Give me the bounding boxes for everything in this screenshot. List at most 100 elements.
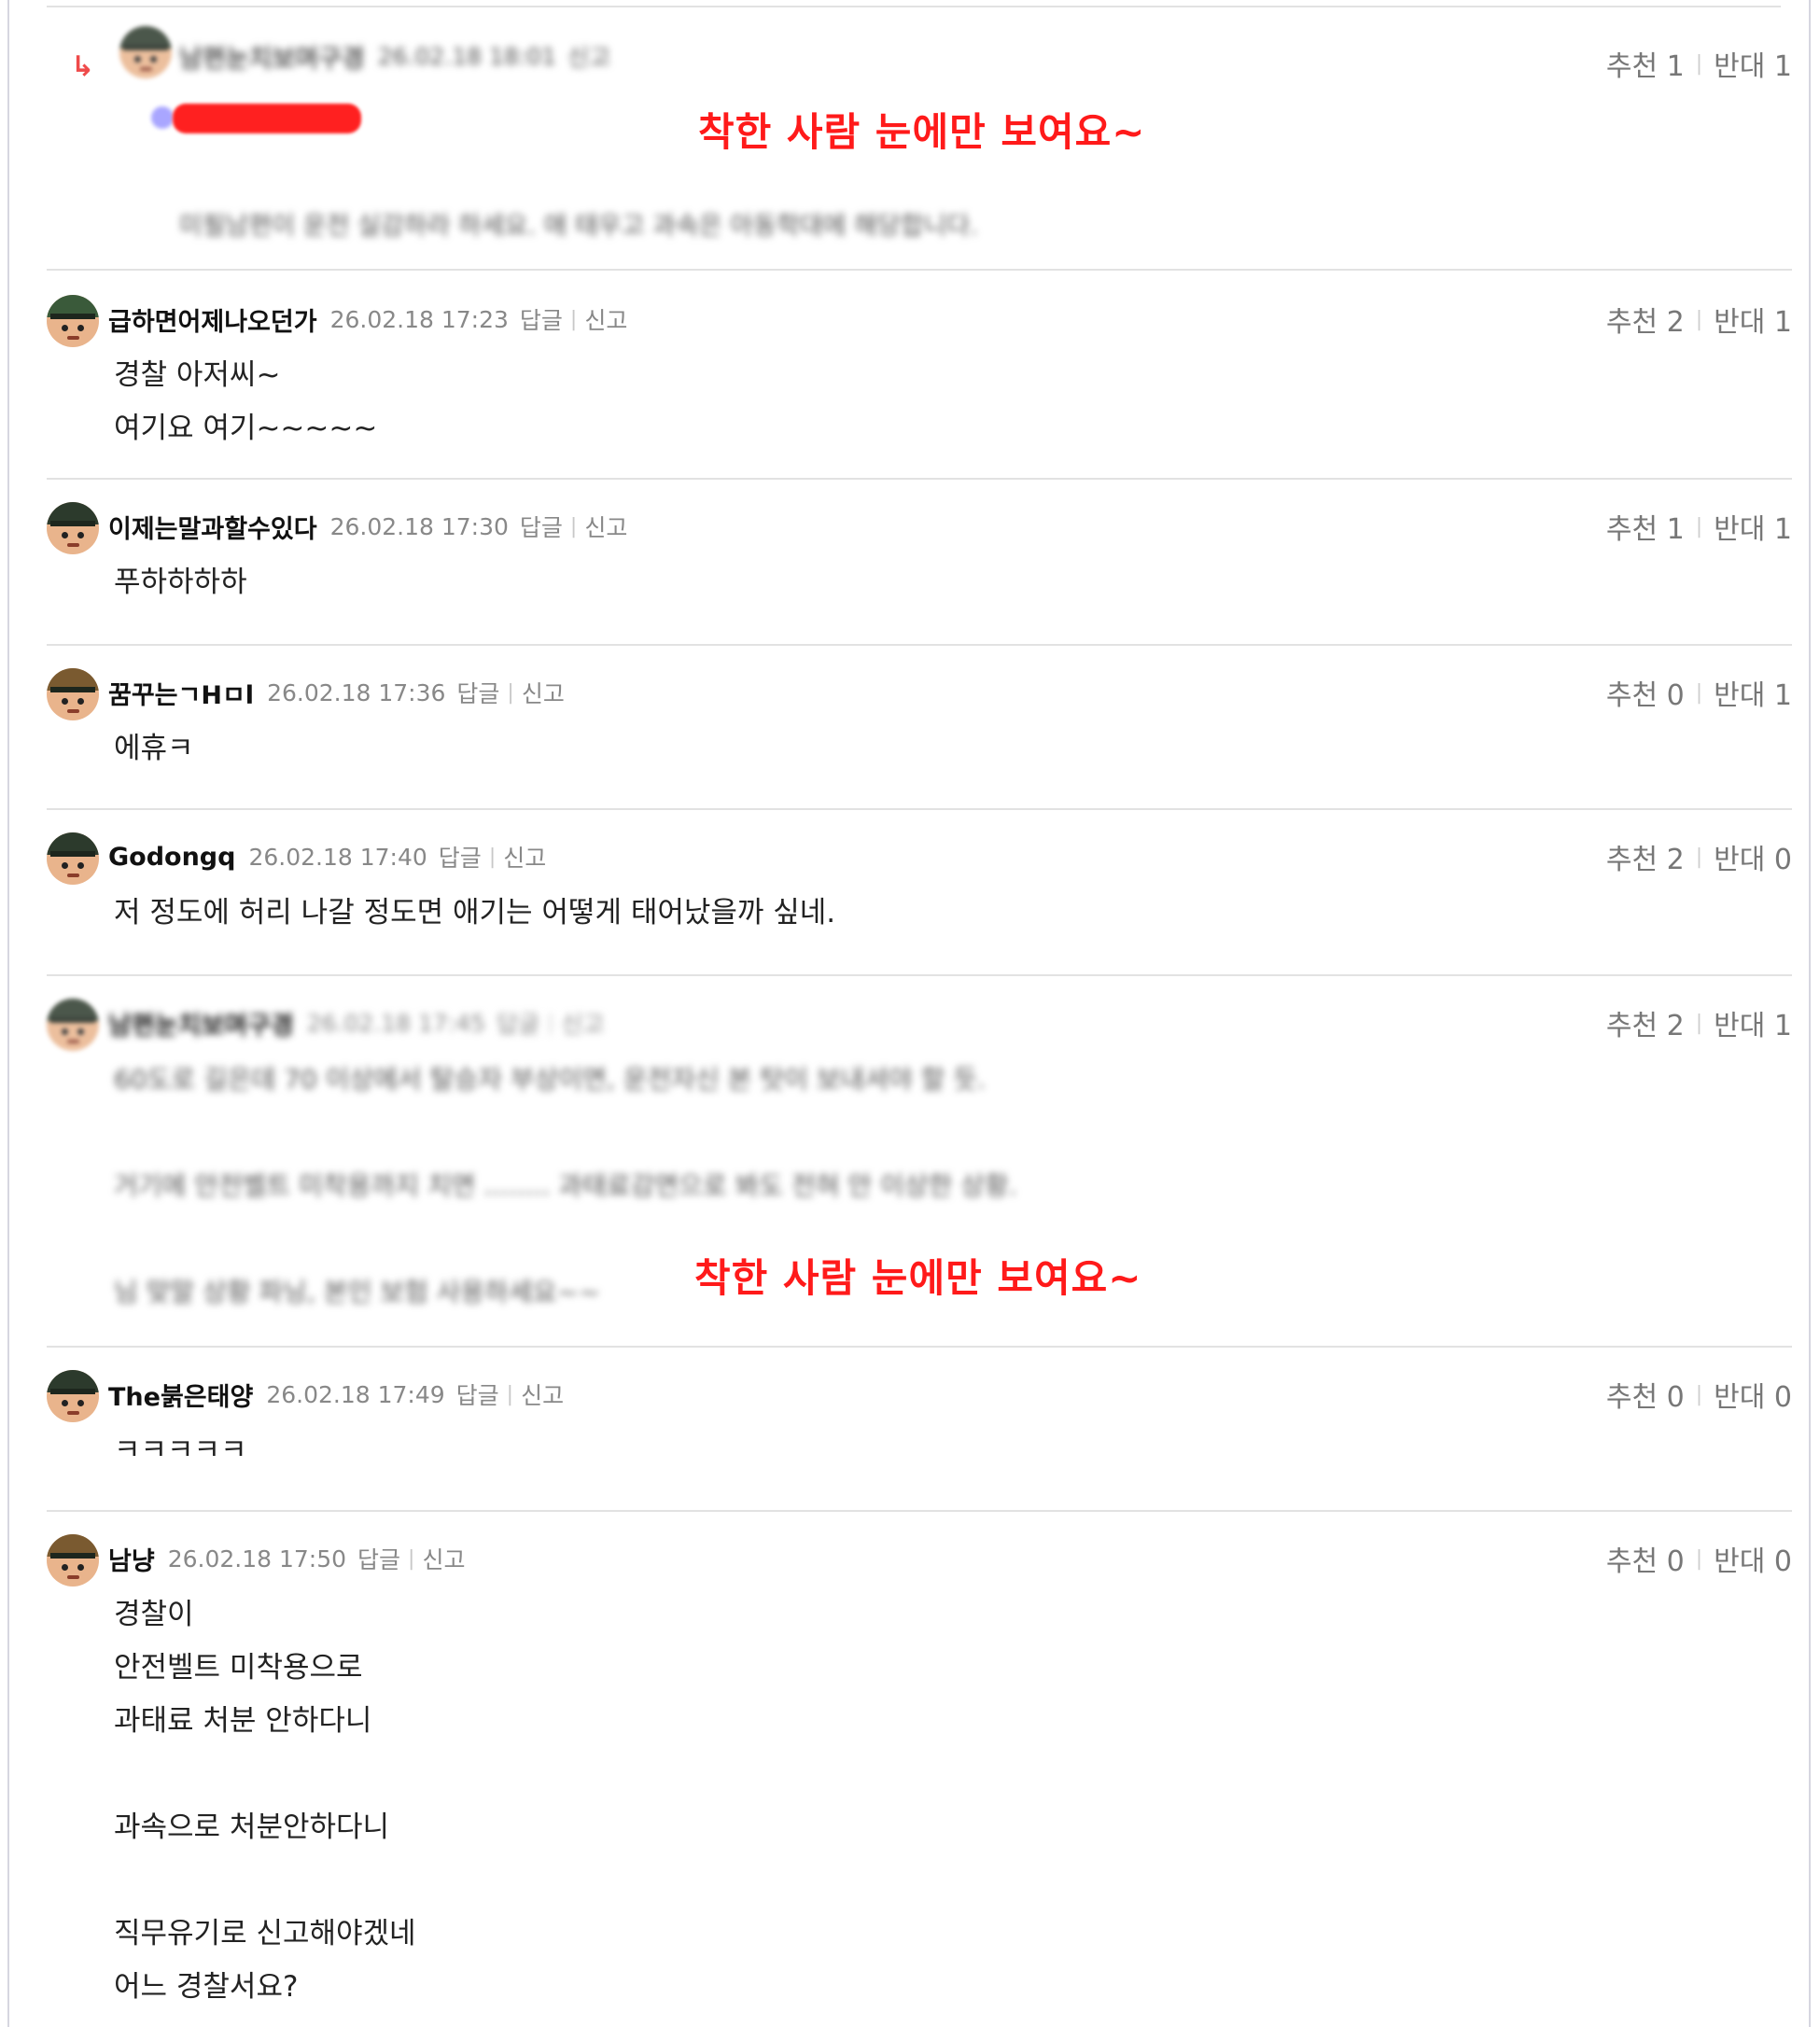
comment-panel: ↳ 남편눈치보며구경 26.02.18 18:01 신고 미필남편이 운전 실감… [7, 0, 1811, 2027]
report-link[interactable]: 신고 [503, 840, 546, 874]
avatar [119, 26, 172, 78]
downvote-button[interactable]: 반대 1 [1714, 299, 1792, 340]
upvote-button[interactable]: 추천 1 [1606, 506, 1685, 547]
nickname[interactable]: 급하면어제나오던가 [108, 301, 317, 338]
downvote-button[interactable]: 반대 0 [1714, 836, 1792, 877]
reply-arrow-icon: ↳ [71, 50, 95, 83]
report-link[interactable]: 신고 [562, 1006, 605, 1040]
nickname[interactable]: 이제는말과할수있다 [108, 509, 317, 545]
report-link[interactable]: 신고 [522, 676, 565, 709]
comment-line: 안전벨트 미착용으로 [114, 1651, 363, 1685]
reply-link[interactable]: 답글 [456, 676, 499, 709]
nickname[interactable]: Godongq [108, 843, 235, 872]
vote-box: 추천 1 | 반대 1 [1606, 506, 1792, 547]
upvote-button[interactable]: 추천 2 [1606, 299, 1685, 340]
comment-header: 꿈꾸는ㄱHㅁl 26.02.18 17:36 답글 | 신고 [108, 674, 565, 711]
reply-link[interactable]: 답글 [439, 840, 482, 874]
reply-link[interactable]: 답글 [520, 302, 563, 336]
report-link[interactable]: 신고 [584, 510, 627, 543]
comment-item: 꿈꾸는ㄱHㅁl 26.02.18 17:36 답글 | 신고 에휴ㅋ 추천 0 … [47, 646, 1792, 810]
comment-item: 이제는말과할수있다 26.02.18 17:30 답글 | 신고 푸하하하하 추… [47, 480, 1792, 646]
nickname[interactable]: The붉은태양 [108, 1377, 253, 1413]
reply-link[interactable]: 답글 [520, 510, 563, 543]
comment-line: 경찰 아저씨~ [114, 358, 281, 392]
nickname[interactable]: 꿈꾸는ㄱHㅁl [108, 675, 254, 711]
comment-item: 남냥 26.02.18 17:50 답글 | 신고 경찰이 안전벨트 미착용으로… [47, 1512, 1792, 2027]
comment-line: 미필남편이 운전 실감하라 하세요. 애 태우고 과속은 아동학대에 해당합니다… [179, 212, 978, 241]
comment-line [114, 1106, 1017, 1159]
comment-header: 이제는말과할수있다 26.02.18 17:30 답글 | 신고 [108, 508, 627, 545]
vote-box: 추천 1 | 반대 1 [1606, 43, 1792, 84]
nickname[interactable]: 남편눈치보며구경 [108, 1005, 294, 1041]
comment-body: ㅋㅋㅋㅋㅋ [114, 1424, 247, 1477]
comment-body: 경찰 아저씨~ 여기요 여기~~~~~ [114, 349, 377, 455]
downvote-button[interactable]: 반대 0 [1714, 1374, 1792, 1415]
avatar [47, 1370, 99, 1422]
upvote-button[interactable]: 추천 2 [1606, 836, 1685, 877]
overlay-caption: 착한 사람 눈에만 보여요~ [694, 1255, 1142, 1301]
badge-icon [151, 106, 174, 129]
comment-date: 26.02.18 17:23 [329, 305, 509, 333]
upvote-button[interactable]: 추천 1 [1606, 43, 1685, 84]
comment-line: 직무유기로 신고해야겠네 [114, 1917, 416, 1950]
upvote-button[interactable]: 추천 0 [1606, 1538, 1685, 1579]
comment-date: 26.02.18 18:01 [377, 42, 557, 70]
comment-date: 26.02.18 17:49 [266, 1380, 445, 1408]
comment-body: 에휴ㅋ [114, 722, 194, 776]
comment-header: 급하면어제나오던가 26.02.18 17:23 답글 | 신고 [108, 301, 627, 338]
comment-body: 푸하하하하 [114, 556, 247, 609]
downvote-button[interactable]: 반대 1 [1714, 672, 1792, 713]
reply-link[interactable]: 답글 [456, 1377, 499, 1411]
reply-link[interactable]: 답글 [357, 1542, 400, 1575]
comment-body: 경찰이 안전벨트 미착용으로 과태료 처분 안하다니 과속으로 처분안하다니 직… [114, 1588, 416, 2014]
vote-box: 추천 2 | 반대 1 [1606, 299, 1792, 340]
comment-line: 거기에 안전벨트 미착용까지 치면 ........ 과태료감면으로 봐도 전혀… [114, 1170, 1017, 1201]
comment-line: 에휴ㅋ [114, 732, 194, 765]
overlay-caption: 착한 사람 눈에만 보여요~ [698, 109, 1146, 155]
report-link[interactable]: 신고 [422, 1542, 465, 1575]
upvote-button[interactable]: 추천 0 [1606, 672, 1685, 713]
nickname[interactable]: 남편눈치보며구경 [179, 38, 365, 75]
comment-date: 26.02.18 17:36 [267, 678, 446, 706]
avatar [47, 1534, 99, 1587]
report-link[interactable]: 신고 [521, 1377, 564, 1411]
comment-line: 과태료 처분 안하다니 [114, 1704, 372, 1738]
upvote-button[interactable]: 추천 0 [1606, 1374, 1685, 1415]
vote-box: 추천 0 | 반대 1 [1606, 672, 1792, 713]
comment-date: 26.02.18 17:30 [329, 512, 509, 540]
downvote-button[interactable]: 반대 1 [1714, 1002, 1792, 1043]
comment-line: 과속으로 처분안하다니 [114, 1810, 390, 1844]
comment-line: 어느 경찰서요? [114, 1970, 299, 2004]
comment-body: 저 정도에 허리 나갈 정도면 애기는 어떻게 태어났을까 싶네. [114, 887, 835, 940]
comment-line: 푸하하하하 [114, 566, 247, 599]
comment-line [114, 1748, 416, 1801]
comment-line [114, 1854, 416, 1908]
vote-box: 추천 2 | 반대 0 [1606, 836, 1792, 877]
avatar [47, 502, 99, 554]
comment-header: 남냥 26.02.18 17:50 답글 | 신고 [108, 1540, 465, 1577]
downvote-button[interactable]: 반대 1 [1714, 43, 1792, 84]
downvote-button[interactable]: 반대 1 [1714, 506, 1792, 547]
comment-date: 26.02.18 17:50 [167, 1545, 347, 1573]
vote-box: 추천 0 | 반대 0 [1606, 1374, 1792, 1415]
comment-item: Godongq 26.02.18 17:40 답글 | 신고 저 정도에 허리 … [47, 810, 1792, 976]
nickname[interactable]: 남냥 [108, 1541, 155, 1577]
avatar [47, 668, 99, 720]
downvote-button[interactable]: 반대 0 [1714, 1538, 1792, 1579]
reply-link[interactable]: 답글 [497, 1006, 539, 1040]
comment-header: 남편눈치보며구경 26.02.18 17:45 답글 | 신고 [108, 1004, 605, 1041]
comment-date: 26.02.18 17:40 [248, 843, 427, 871]
vote-box: 추천 2 | 반대 1 [1606, 1002, 1792, 1043]
comment-line: 여기요 여기~~~~~ [114, 412, 378, 445]
report-link[interactable]: 신고 [567, 39, 610, 73]
avatar [47, 295, 99, 347]
avatar [47, 832, 99, 885]
comment-header: Godongq 26.02.18 17:40 답글 | 신고 [108, 838, 546, 875]
comment-line: 경찰이 [114, 1598, 194, 1631]
upvote-button[interactable]: 추천 2 [1606, 1002, 1685, 1043]
comment-line: 저 정도에 허리 나갈 정도면 애기는 어떻게 태어났을까 싶네. [114, 896, 836, 930]
report-link[interactable]: 신고 [584, 302, 627, 336]
comment-date: 26.02.18 17:45 [306, 1009, 486, 1037]
comment-item: 급하면어제나오던가 26.02.18 17:23 답글 | 신고 경찰 아저씨~… [47, 271, 1792, 480]
comment-header: 남편눈치보며구경 26.02.18 18:01 신고 [179, 37, 610, 75]
